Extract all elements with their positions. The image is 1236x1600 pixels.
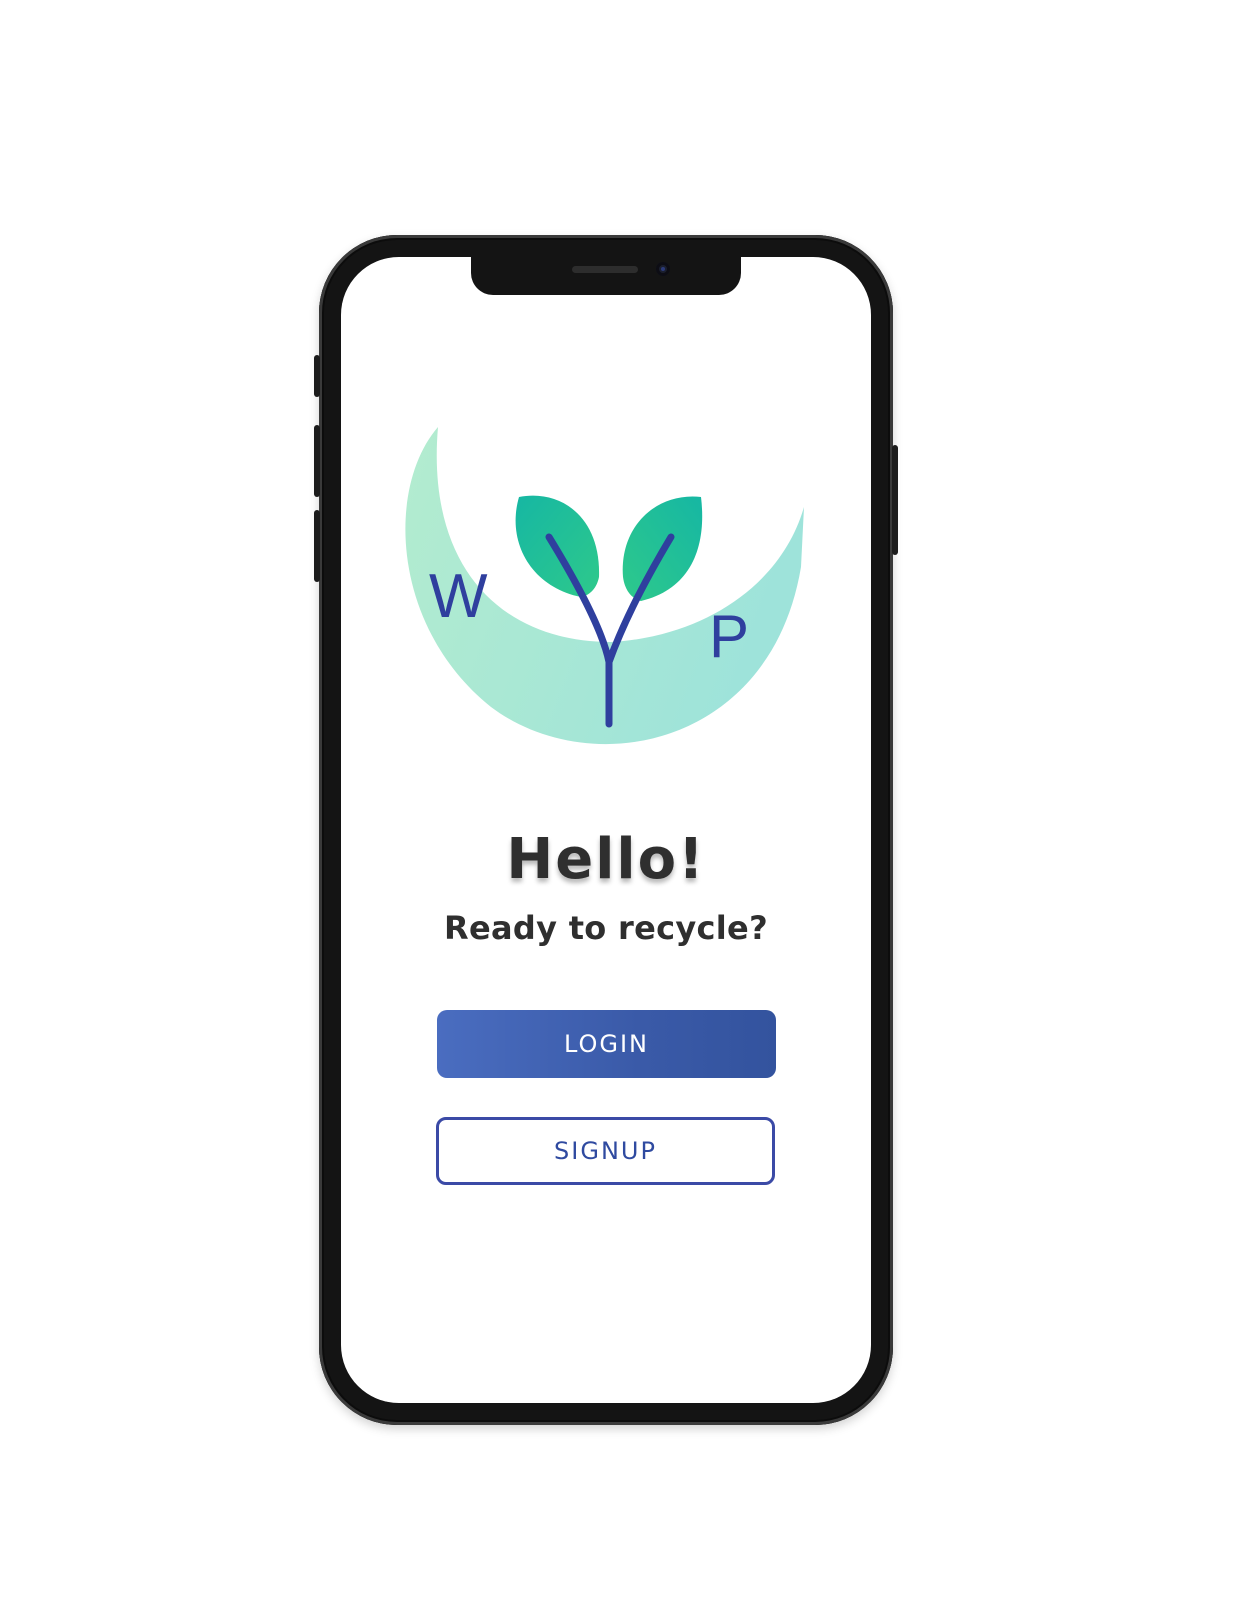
volume-up-button [314, 425, 320, 497]
mute-switch [314, 355, 320, 397]
phone-screen: W P Hello! Ready to recycle? LOGIN SIGNU… [341, 257, 871, 1403]
tagline-text: Ready to recycle? [444, 909, 768, 947]
front-camera-icon [656, 262, 670, 276]
phone-frame: W P Hello! Ready to recycle? LOGIN SIGNU… [314, 235, 898, 1425]
logo-graphic: W P [405, 427, 804, 745]
login-button-label: LOGIN [563, 1030, 650, 1058]
canvas: W P Hello! Ready to recycle? LOGIN SIGNU… [0, 0, 1236, 1600]
login-button[interactable]: LOGIN [437, 1010, 776, 1078]
logo-letter-p: P [709, 603, 749, 670]
signup-button-label: SIGNUP [554, 1137, 657, 1165]
app-logo: W P [401, 427, 821, 767]
greeting-heading: Hello! [506, 827, 706, 892]
notch [471, 257, 741, 295]
volume-down-button [314, 510, 320, 582]
power-button [892, 445, 898, 555]
speaker-grille [572, 266, 638, 273]
logo-letter-w: W [429, 562, 488, 631]
signup-button[interactable]: SIGNUP [436, 1117, 775, 1185]
